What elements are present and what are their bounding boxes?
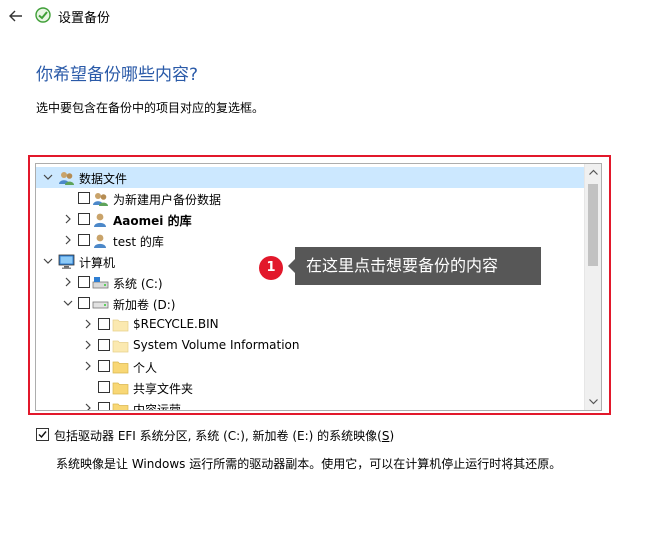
backup-app-icon (35, 7, 51, 23)
page-instruction: 选中要包含在备份中的项目对应的复选框。 (36, 101, 265, 115)
window-title: 设置备份 (58, 11, 111, 26)
highlight-frame (28, 155, 611, 415)
system-image-description: 系统映像是让 Windows 运行所需的驱动器副本。使用它，可以在计算机停止运行… (56, 457, 562, 471)
system-image-label[interactable]: 包括驱动器 EFI 系统分区, 系统 (C:), 新加卷 (E:) 的系统映像(… (54, 427, 394, 444)
page-heading: 你希望备份哪些内容? (36, 65, 199, 85)
callout-pointer (288, 259, 295, 273)
callout-number-badge: 1 (259, 256, 283, 280)
system-image-checkbox[interactable] (36, 428, 49, 441)
back-arrow-icon[interactable] (6, 6, 26, 26)
checkmark-icon (38, 431, 47, 439)
callout-tooltip: 在这里点击想要备份的内容 (295, 247, 541, 285)
title-bar: 设置备份 (0, 0, 650, 34)
